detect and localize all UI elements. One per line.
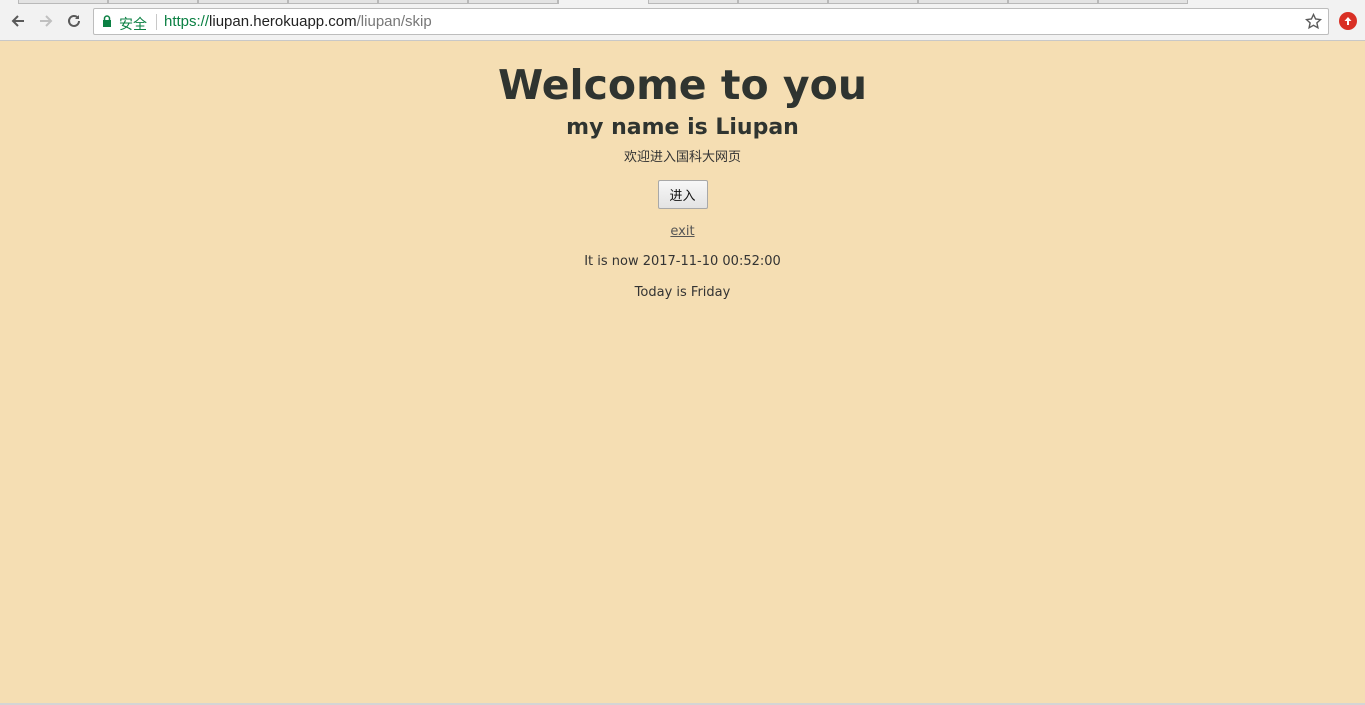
upload-extension-icon: [1344, 17, 1352, 25]
exit-link[interactable]: exit: [0, 223, 1365, 240]
forward-button[interactable]: [36, 11, 56, 31]
address-divider: [156, 14, 157, 30]
security-label[interactable]: 安全: [119, 14, 147, 34]
browser-tab[interactable]: [558, 0, 658, 4]
url-host: liupan.herokuapp.com: [209, 13, 357, 30]
url-text[interactable]: https://liupan.herokuapp.com/liupan/skip: [164, 13, 432, 30]
browser-tab[interactable]: [18, 0, 108, 4]
today-text: Today is Friday: [634, 285, 731, 300]
browser-tab[interactable]: [738, 0, 828, 4]
page-content: Welcome to you my name is Liupan 欢迎进入国科大…: [0, 41, 1365, 703]
page-subtitle: my name is Liupan: [566, 115, 799, 140]
enter-button[interactable]: 进入: [657, 180, 708, 209]
browser-tab[interactable]: [378, 0, 468, 4]
browser-tab[interactable]: [1098, 0, 1188, 4]
browser-tab[interactable]: [1008, 0, 1098, 4]
browser-tab[interactable]: [468, 0, 558, 4]
url-path: /liupan/skip: [356, 13, 432, 30]
welcome-message: 欢迎进入国科大网页: [623, 150, 741, 165]
page-title: Welcome to you: [497, 61, 868, 109]
browser-tab[interactable]: [288, 0, 378, 4]
browser-tab[interactable]: [648, 0, 738, 4]
arrow-right-icon: [40, 15, 53, 27]
browser-tab[interactable]: [828, 0, 918, 4]
reload-button[interactable]: [64, 11, 84, 31]
reload-icon: [68, 14, 80, 27]
arrow-left-icon: [11, 15, 24, 27]
lock-icon: [103, 15, 111, 27]
browser-tab[interactable]: [198, 0, 288, 4]
browser-tab[interactable]: [918, 0, 1008, 4]
current-time-text: It is now 2017-11-10 00:52:00: [584, 254, 781, 269]
browser-tab[interactable]: [108, 0, 198, 4]
browser-toolbar: 安全 https://liupan.herokuapp.com/liupan/s…: [0, 0, 1365, 41]
tab-strip: [0, 0, 1365, 4]
address-bar[interactable]: 安全 https://liupan.herokuapp.com/liupan/s…: [93, 8, 1329, 35]
back-button[interactable]: [8, 11, 28, 31]
url-scheme: https://: [164, 13, 210, 30]
extension-button[interactable]: [1339, 12, 1357, 30]
star-icon[interactable]: [1305, 13, 1322, 30]
